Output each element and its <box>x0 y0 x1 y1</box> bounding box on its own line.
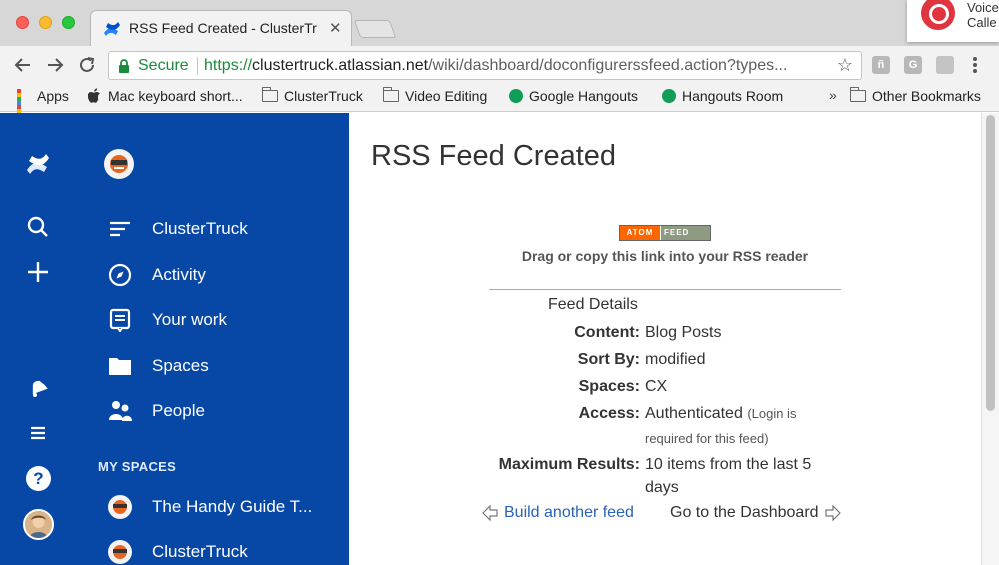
bookmark-hangouts-room[interactable]: Hangouts Room <box>662 88 783 104</box>
notification-app-icon <box>921 0 955 30</box>
bookmark-apps[interactable]: Apps <box>17 88 69 125</box>
page-title: RSS Feed Created <box>371 140 617 172</box>
bookmarks-overflow-icon[interactable]: » <box>829 87 837 103</box>
content-label: Content: <box>574 324 640 341</box>
bookmark-clustertruck-folder[interactable]: ClusterTruck <box>261 87 363 104</box>
secure-label: Secure <box>138 57 189 74</box>
main-content: RSS Feed Created ATOM FEED Drag or copy … <box>349 113 981 565</box>
hangouts-icon <box>662 89 676 103</box>
clustertruck-logo-icon <box>105 150 133 178</box>
user-photo <box>25 511 52 538</box>
notification-popup[interactable]: Voice Calle <box>907 0 999 42</box>
forward-arrow-icon[interactable] <box>44 54 66 76</box>
help-icon[interactable]: ? <box>26 466 51 491</box>
sidebar-item-people[interactable]: People <box>108 399 205 423</box>
compass-icon <box>108 263 132 287</box>
space-menu-icon <box>110 221 130 237</box>
browser-tab-active[interactable]: RSS Feed Created - ClusterTruck ✕ <box>90 10 352 46</box>
bookmarks-bar: Apps Mac keyboard short... ClusterTruck … <box>0 84 999 125</box>
browser-menu-icon[interactable] <box>972 55 978 75</box>
lock-icon <box>119 59 129 73</box>
folder-icon <box>382 87 399 102</box>
extension-icon[interactable]: ñ <box>872 56 890 74</box>
folder-icon <box>849 87 866 102</box>
extension-cast-icon[interactable] <box>936 56 954 74</box>
sidebar-item-clustertruck[interactable]: ClusterTruck <box>108 217 248 241</box>
scrollbar-thumb[interactable] <box>986 115 995 411</box>
build-another-feed-link[interactable]: Build another feed <box>482 504 634 522</box>
maximum-results-value-continued: days <box>645 479 679 496</box>
avatar[interactable] <box>23 509 54 540</box>
close-window-button[interactable] <box>16 16 29 29</box>
content-value: Blog Posts <box>645 324 722 341</box>
confluence-logo-icon[interactable] <box>25 151 51 177</box>
hamburger-menu-icon[interactable] <box>25 420 51 446</box>
maximize-window-button[interactable] <box>62 16 75 29</box>
folder-icon <box>261 87 278 102</box>
clustertruck-logo-icon <box>108 495 132 519</box>
bookmark-mac-keyboard[interactable]: Mac keyboard short... <box>88 88 243 104</box>
hangouts-icon <box>509 89 523 103</box>
notifications-bell-icon[interactable] <box>25 375 51 401</box>
page-scrollbar[interactable] <box>981 113 999 565</box>
details-divider <box>489 289 841 290</box>
arrow-left-icon <box>482 505 498 521</box>
sidebar-space-clustertruck[interactable]: ClusterTruck <box>108 540 248 564</box>
space-sidebar: ClusterTruck Activity Your work Spaces P… <box>74 113 349 565</box>
address-bar[interactable]: Secure https://clustertruck.atlassian.ne… <box>108 51 862 80</box>
apps-grid-icon <box>17 89 31 125</box>
confluence-icon <box>104 22 120 36</box>
new-tab-button[interactable] <box>353 20 397 38</box>
people-icon <box>109 401 132 421</box>
url-separator <box>197 57 198 75</box>
feed-badge-label: FEED <box>660 226 710 240</box>
folder-icon <box>109 358 131 375</box>
sidebar-item-spaces[interactable]: Spaces <box>108 354 209 378</box>
your-work-icon <box>109 308 131 332</box>
clustertruck-logo-icon <box>108 540 132 564</box>
bookmark-video-editing-folder[interactable]: Video Editing <box>382 87 487 104</box>
my-spaces-heading: MY SPACES <box>98 459 177 474</box>
browser-titlebar: RSS Feed Created - ClusterTruck ✕ Voice … <box>0 0 999 46</box>
tab-close-icon[interactable]: ✕ <box>329 19 342 37</box>
access-note: (Login is <box>747 406 797 421</box>
arrow-right-icon <box>824 505 841 521</box>
access-note-continued: required for this feed) <box>645 431 769 446</box>
sort-by-label: Sort By: <box>577 351 640 368</box>
browser-toolbar: Secure https://clustertruck.atlassian.ne… <box>0 46 999 84</box>
access-value: Authenticated (Login is <box>645 405 797 422</box>
create-plus-icon[interactable] <box>25 259 51 285</box>
sidebar-item-activity[interactable]: Activity <box>108 263 206 287</box>
sort-by-value: modified <box>645 351 706 368</box>
minimize-window-button[interactable] <box>39 16 52 29</box>
url-text[interactable]: https://clustertruck.atlassian.net/wiki/… <box>204 57 787 75</box>
bookmark-google-hangouts[interactable]: Google Hangouts <box>509 88 638 104</box>
bookmark-star-icon[interactable]: ☆ <box>837 55 853 76</box>
extension-g-icon[interactable]: G <box>904 56 922 74</box>
maximum-results-label: Maximum Results: <box>498 456 640 473</box>
spaces-label: Spaces: <box>578 378 640 395</box>
feed-details-heading: Feed Details <box>548 296 638 313</box>
apple-icon <box>88 88 100 103</box>
search-icon[interactable] <box>25 214 51 240</box>
tab-title: RSS Feed Created - ClusterTruck <box>129 20 317 36</box>
sidebar-space-handy-guide[interactable]: The Handy Guide T... <box>108 495 312 519</box>
back-arrow-icon[interactable] <box>12 54 34 76</box>
atom-badge-label: ATOM <box>620 226 660 240</box>
spaces-value: CX <box>645 378 668 395</box>
maximum-results-value: 10 items from the last 5 <box>645 456 812 473</box>
bookmark-other-folder[interactable]: Other Bookmarks <box>849 87 981 104</box>
space-logo[interactable] <box>104 149 134 179</box>
global-navigation-rail: ? <box>0 113 74 565</box>
drag-hint-text: Drag or copy this link into your RSS rea… <box>521 248 809 264</box>
atom-feed-link[interactable]: ATOM FEED <box>619 225 711 241</box>
access-label: Access: <box>578 405 640 422</box>
go-to-dashboard-link[interactable]: Go to the Dashboard <box>670 504 841 522</box>
notification-text: Voice Calle <box>967 0 999 30</box>
reload-icon[interactable] <box>76 54 98 76</box>
sidebar-item-your-work[interactable]: Your work <box>108 308 227 332</box>
